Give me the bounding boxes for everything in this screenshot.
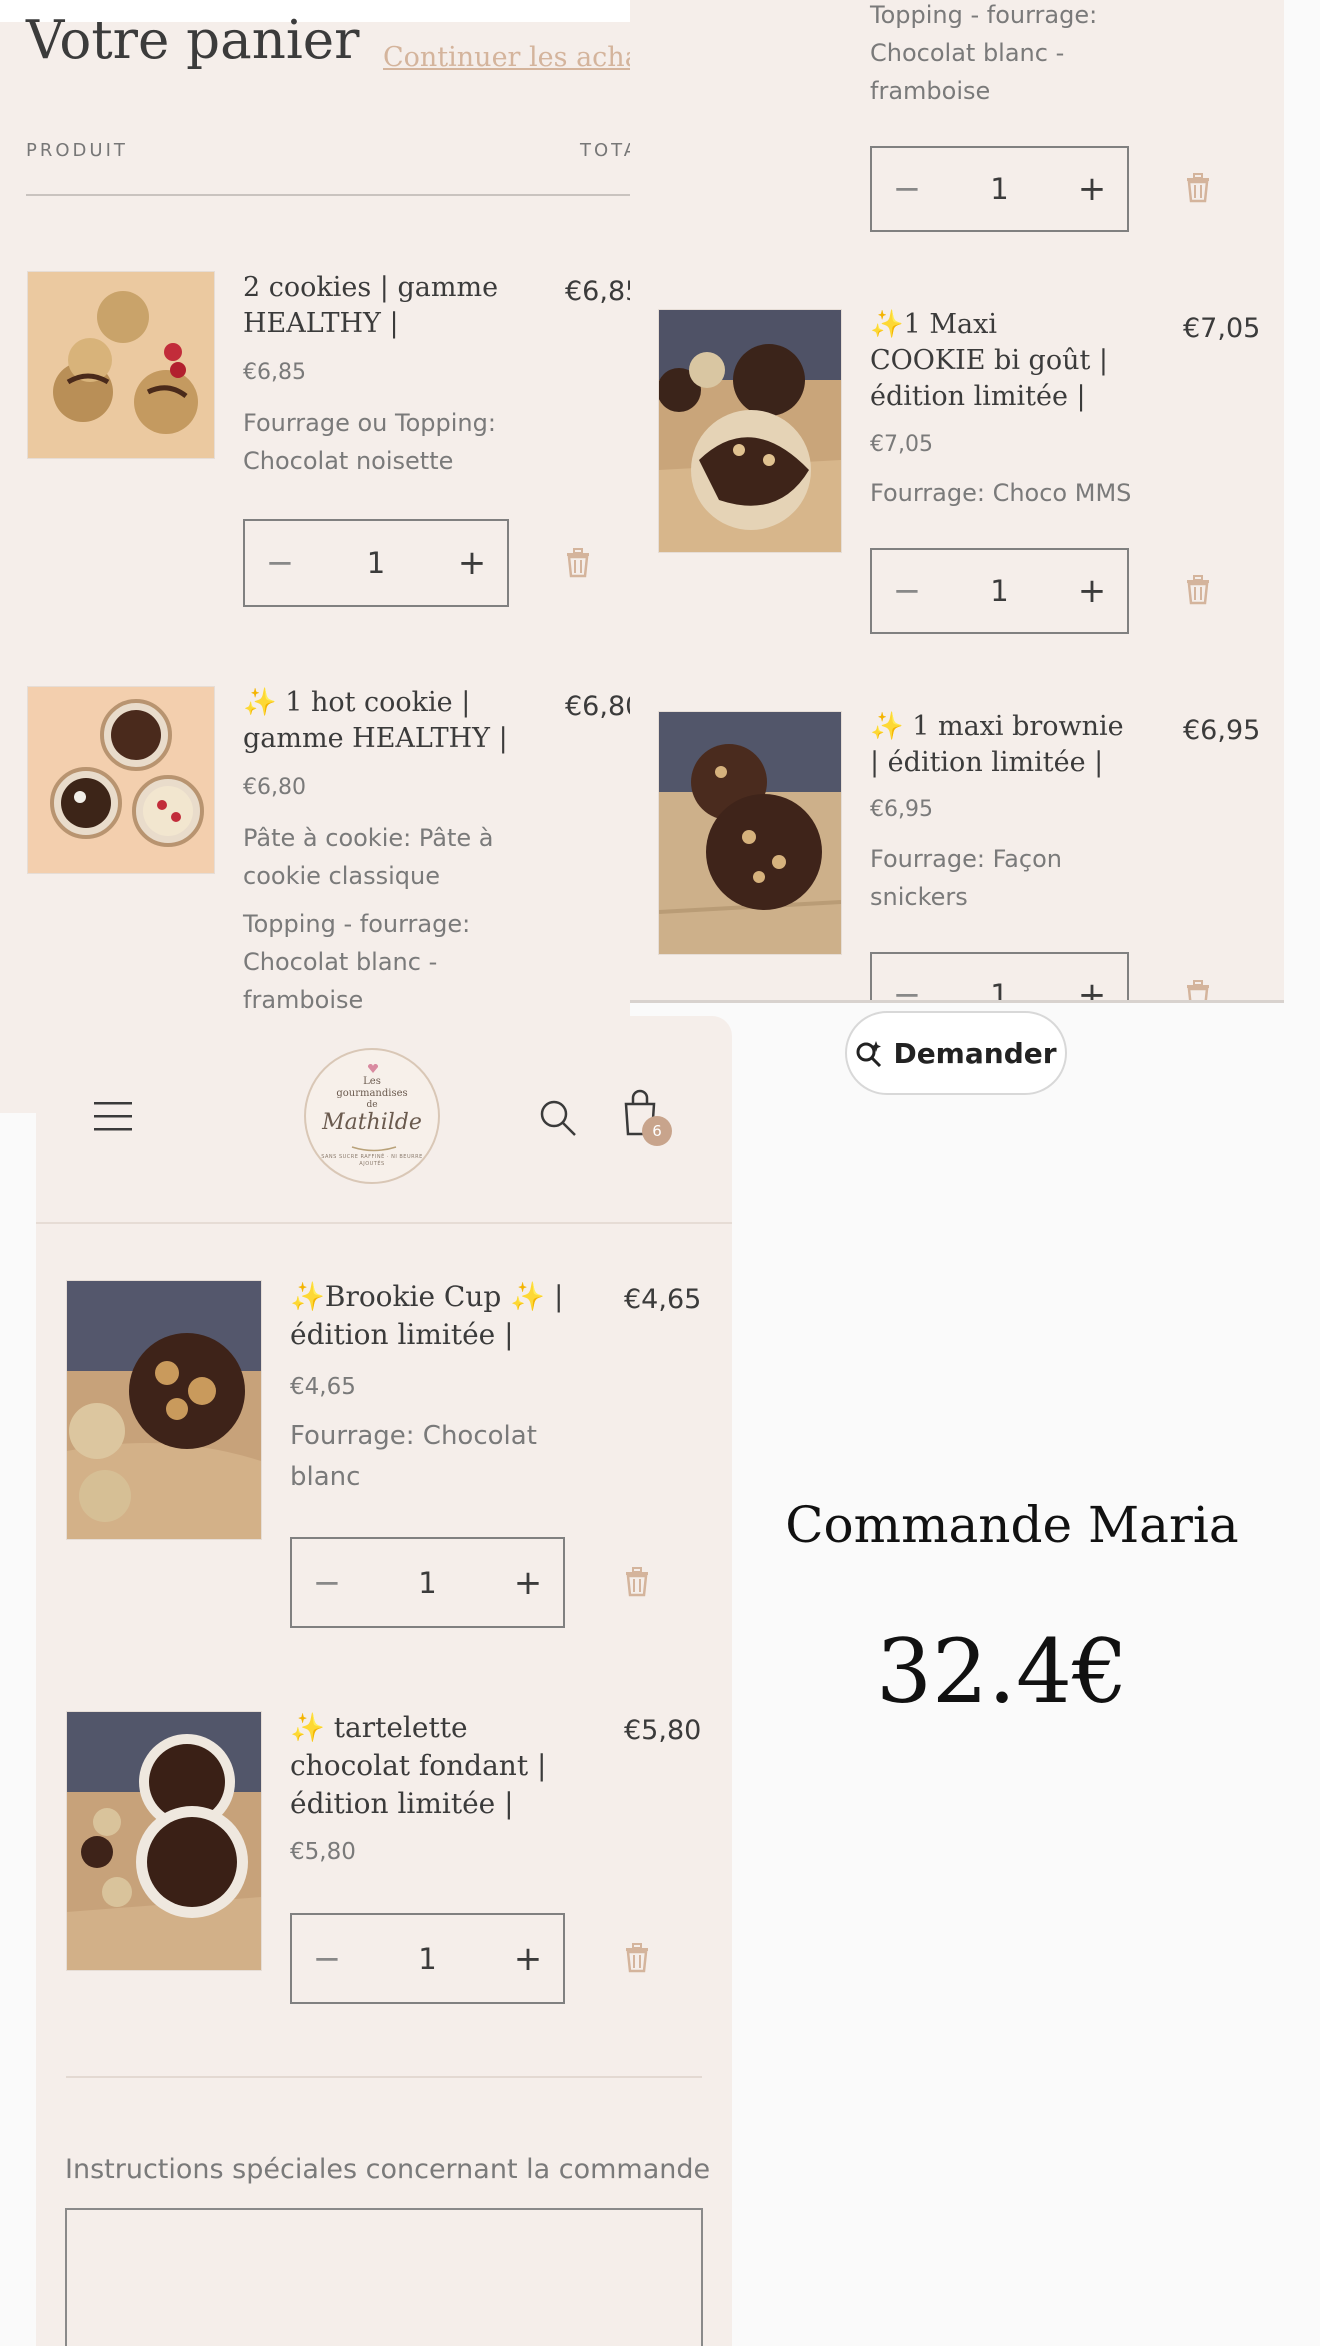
line-total: €4,65	[624, 1284, 702, 1315]
quantity-stepper[interactable]: − 1 +	[870, 952, 1129, 1003]
ask-lens-label: Demander	[893, 1036, 1057, 1070]
order-heading: Commande Maria	[785, 1496, 1239, 1554]
product-option-label: Topping - fourrage:	[870, 1, 1098, 29]
decrease-quantity-button[interactable]: −	[872, 148, 942, 230]
product-image[interactable]	[66, 1711, 262, 1971]
product-name[interactable]: ✨ 1 maxi brownie | édition limitée |	[870, 709, 1130, 781]
decrease-quantity-button[interactable]: −	[872, 954, 942, 1003]
quantity-stepper[interactable]: − 1 +	[243, 519, 509, 607]
order-notes-label: Instructions spéciales concernant la com…	[65, 2154, 711, 2185]
product-option: Topping - fourrage: Chocolat blanc - fra…	[243, 910, 471, 1014]
unit-price: €6,80	[243, 775, 306, 800]
decrease-quantity-button[interactable]: −	[245, 521, 315, 605]
product-name[interactable]: 2 cookies | gamme HEALTHY |	[243, 270, 543, 342]
decrease-quantity-button[interactable]: −	[292, 1539, 362, 1626]
header-divider	[36, 1222, 732, 1224]
product-option: Fourrage ou Topping: Chocolat noisette	[243, 409, 496, 475]
quantity-input[interactable]: 1	[367, 546, 385, 580]
increase-quantity-button[interactable]: +	[1057, 550, 1127, 632]
unit-price: €4,65	[290, 1374, 356, 1400]
hamburger-menu-icon[interactable]	[94, 1100, 132, 1132]
trash-icon[interactable]	[624, 1943, 650, 1973]
trash-icon[interactable]	[565, 548, 591, 578]
trash-icon[interactable]	[1185, 173, 1211, 203]
product-image[interactable]	[658, 711, 842, 955]
quantity-stepper[interactable]: − 1 +	[870, 146, 1129, 232]
order-total-amount: 32.4€	[876, 1620, 1128, 1723]
column-header-total: TOTAL	[580, 140, 630, 161]
quantity-input[interactable]: 1	[990, 172, 1008, 206]
product-image[interactable]	[27, 271, 215, 459]
decrease-quantity-button[interactable]: −	[872, 550, 942, 632]
logo-text: gourmandises	[336, 1088, 408, 1099]
quantity-stepper[interactable]: − 1 +	[870, 548, 1129, 634]
trash-icon[interactable]	[624, 1567, 650, 1597]
order-notes-textarea[interactable]	[65, 2208, 703, 2346]
brand-logo[interactable]: Les gourmandises de Mathilde SANS SUCRE …	[304, 1048, 440, 1184]
panel-bottom-edge	[630, 1000, 1284, 1003]
logo-text: Les	[363, 1076, 381, 1087]
page-title: Votre panier	[26, 10, 360, 71]
increase-quantity-button[interactable]: +	[1057, 148, 1127, 230]
logo-script: Mathilde	[322, 1110, 422, 1135]
unit-price: €6,95	[870, 797, 933, 822]
quantity-stepper[interactable]: − 1 +	[290, 1537, 565, 1628]
increase-quantity-button[interactable]: +	[493, 1915, 563, 2002]
lens-search-sparkle-icon	[856, 1041, 882, 1067]
product-name[interactable]: ✨1 Maxi COOKIE bi goût | édition limitée…	[870, 307, 1120, 415]
notes-divider	[66, 2076, 702, 2078]
heart-icon	[368, 1064, 378, 1073]
product-option-value: Chocolat blanc -	[870, 39, 1065, 67]
tartelette-photo-icon	[67, 1712, 261, 1970]
cookies-photo-icon	[28, 272, 214, 458]
quantity-input[interactable]: 1	[990, 574, 1008, 608]
quantity-stepper[interactable]: − 1 +	[290, 1913, 565, 2004]
line-total: €6,80	[565, 691, 630, 722]
unit-price: €7,05	[870, 432, 933, 457]
quantity-input[interactable]: 1	[418, 1942, 436, 1976]
product-option: Fourrage: Choco MMS	[870, 479, 1132, 507]
product-option: Fourrage: Chocolat blanc	[290, 1421, 537, 1492]
continue-shopping-link[interactable]: Continuer les achats	[383, 42, 630, 73]
increase-quantity-button[interactable]: +	[493, 1539, 563, 1626]
laurel-icon	[351, 1146, 397, 1152]
hot-cookie-photo-icon	[28, 687, 214, 873]
search-icon[interactable]	[538, 1098, 578, 1138]
increase-quantity-button[interactable]: +	[1057, 954, 1127, 1003]
column-header-product: PRODUIT	[26, 140, 128, 161]
decrease-quantity-button[interactable]: −	[292, 1915, 362, 2002]
product-option: Pâte à cookie: Pâte à cookie classique	[243, 824, 494, 890]
product-name[interactable]: ✨ 1 hot cookie | gamme HEALTHY |	[243, 685, 533, 757]
cart-panel-bottom: Les gourmandises de Mathilde SANS SUCRE …	[36, 1016, 732, 2346]
product-name[interactable]: ✨ tartelette chocolat fondant | édition …	[290, 1709, 580, 1823]
line-total: €6,85	[565, 276, 630, 307]
product-image[interactable]	[27, 686, 215, 874]
maxi-cookie-photo-icon	[659, 310, 841, 552]
logo-ring-text: SANS SUCRE RAFFINÉ · NI BEURRE AJOUTÉS	[321, 1154, 423, 1167]
cart-panel-top-right: Topping - fourrage: Chocolat blanc - fra…	[630, 0, 1284, 1003]
unit-price: €5,80	[290, 1839, 356, 1865]
ask-lens-button[interactable]: Demander	[845, 1011, 1067, 1095]
cart-panel-top-left: Votre panier Continuer les achats PRODUI…	[0, 0, 630, 1113]
line-total: €6,95	[1183, 715, 1261, 746]
product-name[interactable]: ✨Brookie Cup ✨ | édition limitée |	[290, 1278, 570, 1354]
unit-price: €6,85	[243, 360, 306, 385]
product-option: Fourrage: Façon snickers	[870, 845, 1062, 911]
increase-quantity-button[interactable]: +	[437, 521, 507, 605]
line-total: €7,05	[1183, 313, 1261, 344]
line-total: €5,80	[624, 1715, 702, 1746]
header-divider	[26, 194, 630, 196]
product-image[interactable]	[66, 1280, 262, 1540]
maxi-brownie-photo-icon	[659, 712, 841, 954]
trash-icon[interactable]	[1185, 575, 1211, 605]
product-option-value: framboise	[870, 77, 991, 105]
product-image[interactable]	[658, 309, 842, 553]
quantity-input[interactable]: 1	[418, 1566, 436, 1600]
cart-button[interactable]: 6	[620, 1086, 676, 1146]
brookie-cup-photo-icon	[67, 1281, 261, 1539]
cart-count-badge: 6	[642, 1116, 672, 1146]
logo-text: de	[366, 1100, 378, 1110]
